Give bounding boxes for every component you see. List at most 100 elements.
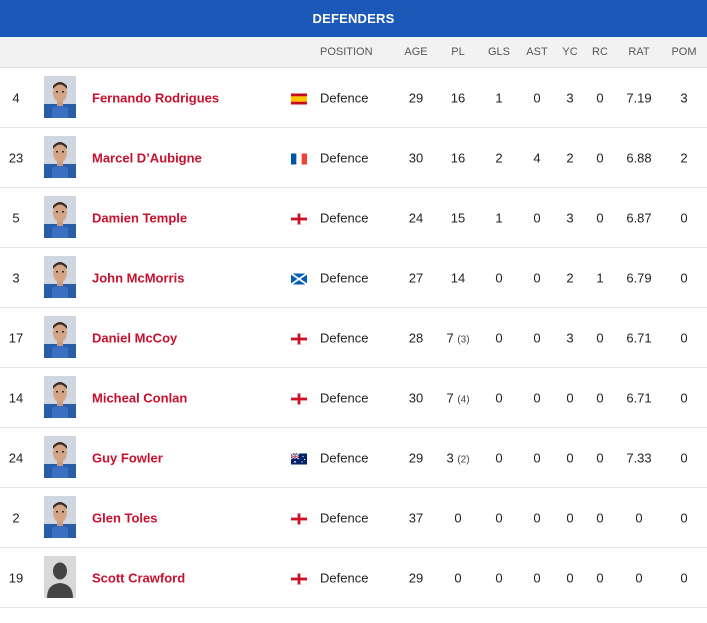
player-name-link[interactable]: Glen Toles [92,510,158,525]
stat-rat: 0 [635,570,643,585]
stat-pl: 3 (2) [446,450,469,465]
stat-pl-value: 15 [450,210,466,225]
stat-pom: 0 [680,270,688,285]
stat-yc: 0 [566,390,574,405]
player-avatar[interactable] [44,556,76,598]
stat-age: 29 [408,450,424,465]
stat-yc: 2 [566,270,574,285]
player-position: Defence [320,270,369,285]
col-position: POSITION [320,46,373,58]
stat-rc: 0 [596,90,604,105]
stat-rc: 0 [596,330,604,345]
stat-pl-value: 3 [446,450,454,465]
stat-age: 30 [408,390,424,405]
stat-age: 29 [408,570,424,585]
player-avatar[interactable] [44,136,76,178]
column-header-row: POSITION AGE PL GLS AST YC RC RAT POM [0,37,707,68]
stat-pom: 0 [680,390,688,405]
player-avatar[interactable] [44,496,76,538]
col-pom: POM [671,46,697,58]
player-avatar[interactable] [44,316,76,358]
player-number: 19 [8,570,24,585]
stat-pl-value: 16 [450,90,466,105]
stat-ast: 0 [533,510,541,525]
section-header: DEFENDERS [0,0,707,37]
stat-pl: 14 [451,270,465,285]
player-name-link[interactable]: John McMorris [92,270,184,285]
stat-yc: 3 [566,330,574,345]
player-name-link[interactable]: Damien Temple [92,210,187,225]
stat-rc: 0 [596,510,604,525]
stat-gls: 1 [495,90,503,105]
col-rat: RAT [628,46,650,58]
player-row[interactable]: 5 Damien Temple Defence 24 15 1 0 3 0 6.87 0 [0,188,707,248]
player-number: 2 [12,510,20,525]
player-row[interactable]: 4 Fernando Rodrigues Defence 29 16 1 0 3 0 7.19 3 [0,68,707,128]
player-name-link[interactable]: Scott Crawford [92,570,185,585]
player-position: Defence [320,450,369,465]
player-row[interactable]: 23 Marcel D’Aubigne Defence 30 16 2 4 2 0 6.88 2 [0,128,707,188]
stat-rat: 6.87 [626,210,652,225]
col-pl: PL [451,46,465,58]
stat-ast: 0 [533,450,541,465]
player-row[interactable]: 3 John McMorris Defence 27 14 0 0 2 1 6.79 0 [0,248,707,308]
stat-ast: 0 [533,90,541,105]
stat-yc: 3 [566,210,574,225]
player-avatar[interactable] [44,196,76,238]
stat-gls: 0 [495,450,503,465]
section-title: DEFENDERS [312,11,395,26]
stat-ast: 0 [533,570,541,585]
player-position: Defence [320,210,369,225]
stat-pl: 16 [451,150,465,165]
player-avatar[interactable] [44,436,76,478]
scotland-flag-icon [290,272,308,285]
stat-rat: 6.71 [626,330,652,345]
stat-pl-value: 0 [454,570,462,585]
col-ast: AST [526,46,548,58]
stat-age: 37 [408,510,424,525]
player-name-link[interactable]: Daniel McCoy [92,330,177,345]
player-avatar[interactable] [44,76,76,118]
player-row[interactable]: 24 Guy Fowler Defence 29 3 (2) 0 0 0 0 7.33 0 [0,428,707,488]
stat-ast: 4 [533,150,541,165]
stat-pl-sub: (3) [457,334,470,345]
col-age: AGE [404,46,428,58]
stat-yc: 3 [566,90,574,105]
stat-rat: 6.71 [626,390,652,405]
player-row[interactable]: 14 Micheal Conlan Defence 30 7 (4) 0 0 0 0 6.71 0 [0,368,707,428]
stat-age: 28 [408,330,424,345]
stat-pl-value: 14 [450,270,466,285]
player-position: Defence [320,390,369,405]
england-flag-icon [290,512,308,525]
stat-rc: 0 [596,150,604,165]
stat-pl: 16 [451,90,465,105]
player-row[interactable]: 17 Daniel McCoy Defence 28 7 (3) 0 0 3 0 6.71 0 [0,308,707,368]
stat-pl-sub: (2) [457,454,470,465]
player-name-link[interactable]: Marcel D’Aubigne [92,150,202,165]
stat-gls: 0 [495,390,503,405]
stat-rat: 7.33 [626,450,652,465]
player-name-link[interactable]: Guy Fowler [92,450,163,465]
player-name-link[interactable]: Fernando Rodrigues [92,90,219,105]
stat-gls: 0 [495,270,503,285]
player-avatar[interactable] [44,376,76,418]
stat-gls: 1 [495,210,503,225]
stat-gls: 0 [495,330,503,345]
stat-gls: 0 [495,570,503,585]
stat-pom: 2 [680,150,688,165]
player-row[interactable]: 2 Glen Toles Defence 37 0 0 0 0 0 0 0 [0,488,707,548]
player-number: 23 [8,150,24,165]
spain-flag-icon [291,92,307,104]
stat-age: 29 [408,90,424,105]
player-avatar[interactable] [44,256,76,298]
stat-yc: 0 [566,570,574,585]
stat-pl-value: 0 [454,510,462,525]
player-name-link[interactable]: Micheal Conlan [92,390,187,405]
col-gls: GLS [487,46,511,58]
player-row[interactable]: 19 Scott Crawford Defence 29 0 0 0 0 0 0 0 [0,548,707,608]
player-table: 4 Fernando Rodrigues Defence 29 16 1 0 3 0 7.19 3 2… [0,68,707,608]
player-position: Defence [320,150,369,165]
player-position: Defence [320,510,369,525]
stat-pom: 0 [680,210,688,225]
australia-flag-icon [290,452,307,464]
